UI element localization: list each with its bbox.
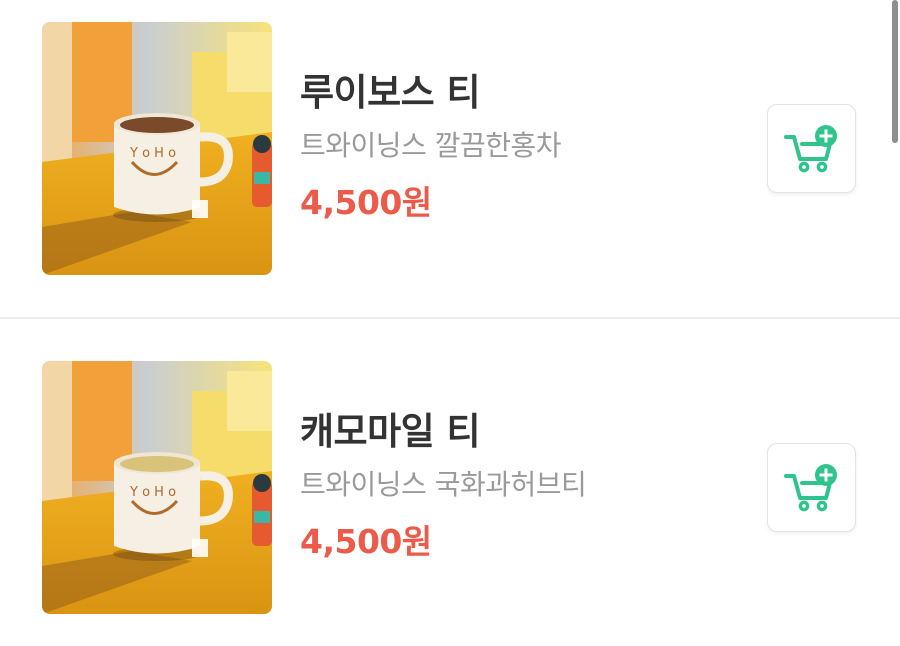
scrollbar[interactable] bbox=[892, 0, 898, 143]
product-info: 캐모마일 티 트와이닝스 국화과허브티 4,500원 bbox=[300, 407, 720, 564]
product-name[interactable]: 캐모마일 티 bbox=[300, 407, 720, 457]
product-description: 트와이닝스 깔끔한홍차 bbox=[300, 129, 562, 162]
cart-add-icon bbox=[783, 463, 837, 511]
svg-text:Y o H o: Y o H o bbox=[129, 146, 176, 161]
product-list-screen: Y o H o 루이보스 티 트와이닝스 깔끔한홍차 4,500원 Y o H … bbox=[0, 0, 900, 646]
product-image[interactable]: Y o H o bbox=[42, 361, 272, 614]
product-price: 4,500원 bbox=[300, 183, 432, 222]
product-info: 루이보스 티 트와이닝스 깔끔한홍차 4,500원 bbox=[300, 68, 720, 225]
cart-add-icon bbox=[783, 124, 837, 172]
product-name[interactable]: 루이보스 티 bbox=[300, 68, 720, 118]
product-price: 4,500원 bbox=[300, 522, 432, 561]
svg-text:Y o H o: Y o H o bbox=[129, 485, 176, 500]
product-image[interactable]: Y o H o bbox=[42, 22, 272, 275]
product-item[interactable]: Y o H o 캐모마일 티 트와이닝스 국화과허브티 4,500원 bbox=[0, 339, 900, 629]
add-to-cart-button[interactable] bbox=[767, 443, 856, 532]
product-description: 트와이닝스 국화과허브티 bbox=[300, 468, 587, 501]
add-to-cart-button[interactable] bbox=[767, 104, 856, 193]
product-item[interactable]: Y o H o 루이보스 티 트와이닝스 깔끔한홍차 4,500원 bbox=[0, 0, 900, 290]
divider bbox=[0, 317, 900, 319]
